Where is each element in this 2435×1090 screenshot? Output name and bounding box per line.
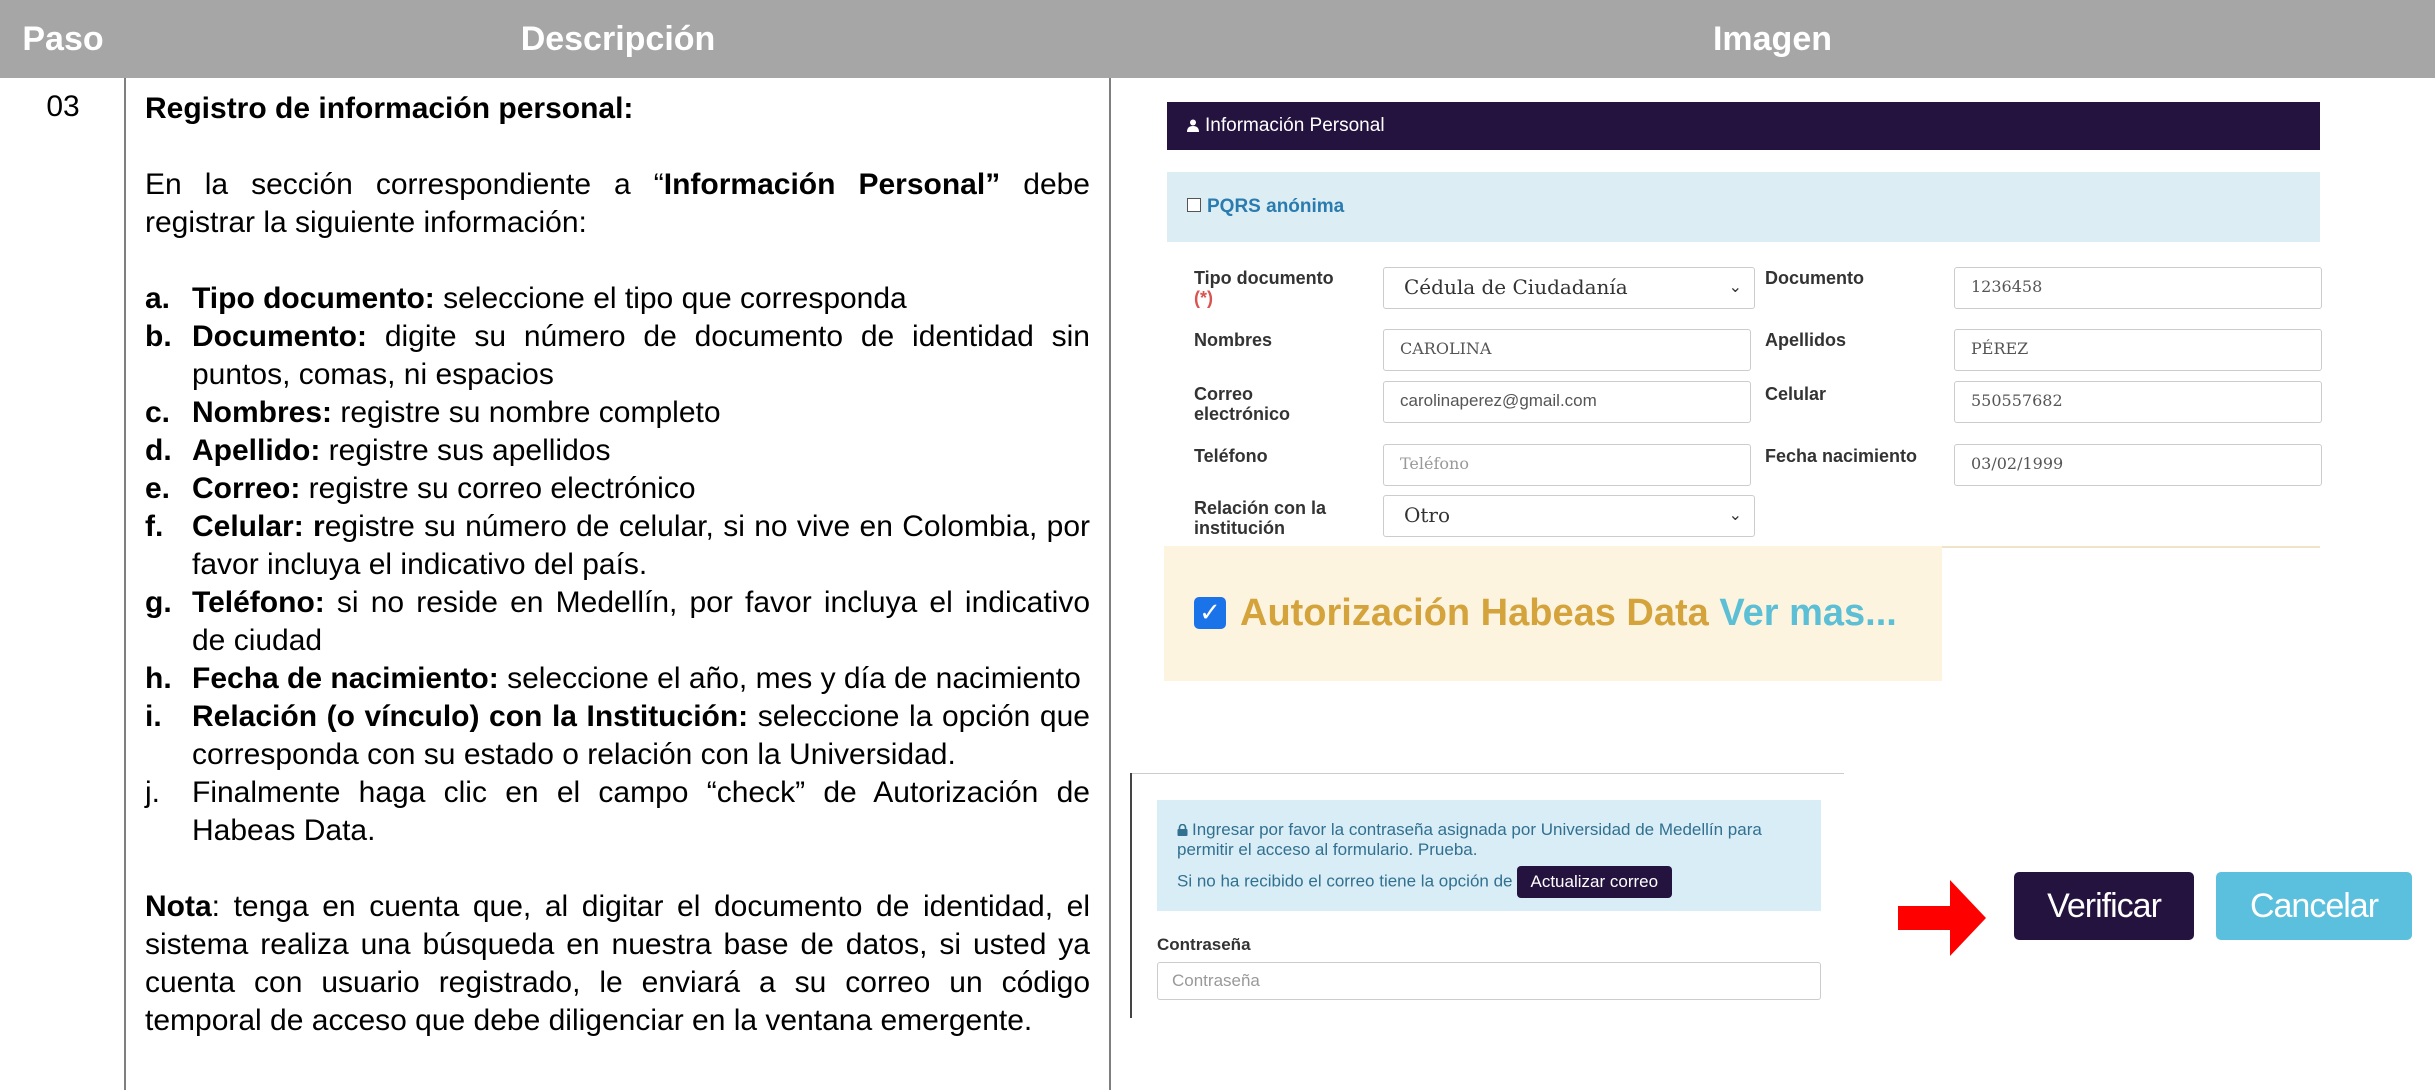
list-item: e. Correo: registre su correo electrónico xyxy=(145,472,696,505)
divider xyxy=(1130,773,1132,1018)
list-item: f. Celular: registre su número de celular… xyxy=(145,510,1090,581)
step-description: Registro de información personal: En la … xyxy=(145,90,1090,1040)
fecha-nacimiento-input[interactable]: 03/02/1999 xyxy=(1954,444,2322,486)
list-item: h. Fecha de nacimiento: seleccione el año… xyxy=(145,662,1081,695)
header-step: Paso xyxy=(22,20,104,58)
list-item: c. Nombres: registre su nombre completo xyxy=(145,396,721,429)
instruction-list: a. Tipo documento: seleccione el tipo que… xyxy=(145,280,1090,850)
documento-input[interactable]: 1236458 xyxy=(1954,267,2322,309)
password-input[interactable]: Contraseña xyxy=(1157,962,1821,1000)
telefono-input[interactable]: Teléfono xyxy=(1383,444,1751,486)
correo-input[interactable]: carolinaperez@gmail.com xyxy=(1383,381,1751,423)
header-image: Imagen xyxy=(1712,20,1833,58)
habeas-data-checkbox[interactable]: ✓ xyxy=(1194,597,1226,629)
header-description: Descripción xyxy=(520,20,716,58)
verificar-button[interactable]: Verificar xyxy=(2014,872,2194,940)
intro-paragraph: En la sección correspondiente a “Informa… xyxy=(145,168,1090,239)
divider xyxy=(1942,546,2320,548)
pqrs-label[interactable]: PQRS anónima xyxy=(1207,196,1344,217)
divider xyxy=(1132,773,1844,774)
cancelar-button[interactable]: Cancelar xyxy=(2216,872,2412,940)
celular-label: Celular xyxy=(1765,384,1827,404)
column-divider xyxy=(124,78,126,1090)
list-item: a. Tipo documento: seleccione el tipo que… xyxy=(145,282,907,315)
pqrs-checkbox[interactable] xyxy=(1187,198,1201,213)
password-info-alert: Ingresar por favor la contraseña asignad… xyxy=(1157,800,1821,911)
lock-icon xyxy=(1177,821,1188,836)
fecha-nacimiento-label: Fecha nacimiento xyxy=(1765,446,1918,466)
chevron-down-icon: ⌄ xyxy=(1728,505,1742,524)
ver-mas-link[interactable]: Ver mas... xyxy=(1719,592,1896,634)
celular-input[interactable]: 550557682 xyxy=(1954,381,2322,423)
apellidos-label: Apellidos xyxy=(1765,330,1847,350)
correo-label: Correo electrónico xyxy=(1194,384,1291,424)
relacion-select[interactable]: Otro ⌄ xyxy=(1383,495,1755,537)
habeas-data-label: Autorización Habeas Data Ver mas... xyxy=(1240,592,1897,634)
apellidos-input[interactable]: PÉREZ xyxy=(1954,329,2322,371)
list-item: j. Finalmente haga clic en el campo “chec… xyxy=(145,776,1090,847)
note-paragraph: Nota: tenga en cuenta que, al digitar el… xyxy=(145,890,1090,1037)
column-divider xyxy=(1109,78,1111,1090)
nombres-input[interactable]: CAROLINA xyxy=(1383,329,1751,371)
password-label: Contraseña xyxy=(1157,935,1251,954)
section-header: Información Personal xyxy=(1167,102,2320,150)
actualizar-correo-button[interactable]: Actualizar correo xyxy=(1516,866,1673,898)
list-item: g. Teléfono: si no reside en Medellín, po… xyxy=(145,586,1090,657)
pqrs-anonymous-panel: PQRS anónima xyxy=(1167,172,2320,242)
relacion-label: Relación con la institución xyxy=(1194,498,1327,538)
step-number: 03 xyxy=(46,90,80,123)
table-header: Paso Descripción Imagen xyxy=(0,0,2435,78)
step-title: Registro de información personal: xyxy=(145,92,634,125)
telefono-label: Teléfono xyxy=(1194,446,1268,466)
list-item: d. Apellido: registre sus apellidos xyxy=(145,434,611,467)
documento-label: Documento xyxy=(1765,268,1864,288)
tipo-documento-select[interactable]: Cédula de Ciudadanía ⌄ xyxy=(1383,267,1755,309)
list-item: i. Relación (o vínculo) con la Institució… xyxy=(145,700,1090,771)
chevron-down-icon: ⌄ xyxy=(1728,277,1742,296)
arrow-right-icon xyxy=(1898,880,1986,956)
list-item: b. Documento: digite su número de documen… xyxy=(145,320,1090,391)
nombres-label: Nombres xyxy=(1194,330,1273,350)
user-icon xyxy=(1187,103,1199,132)
tipo-documento-label: Tipo documento (*) xyxy=(1194,268,1334,308)
